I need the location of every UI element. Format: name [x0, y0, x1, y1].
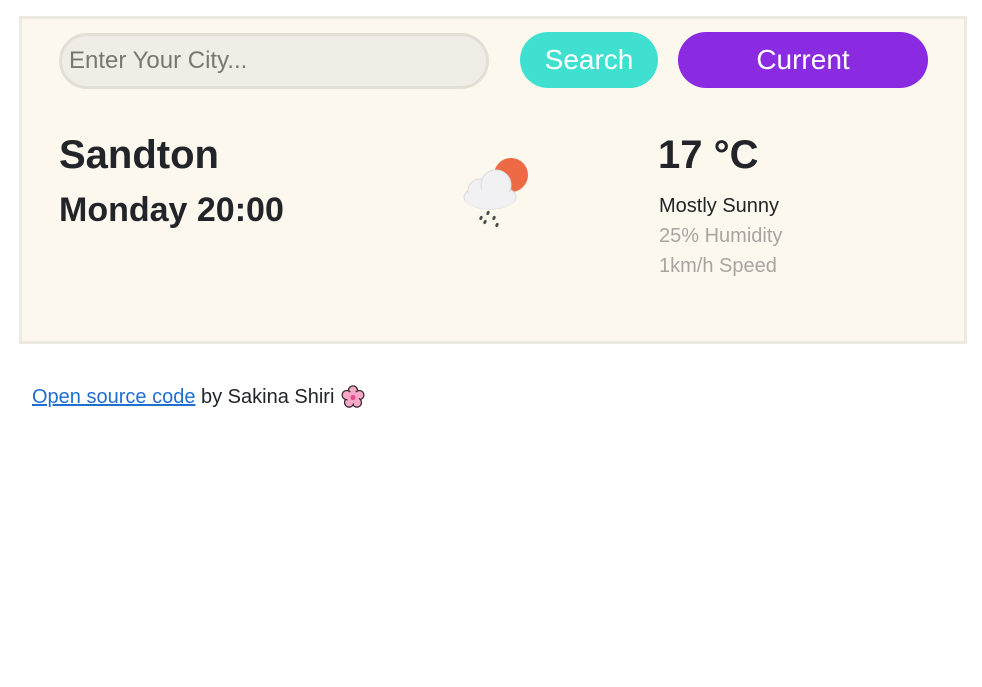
weather-app: Search Current Sandton Monday 20:00 17 °… — [19, 16, 967, 344]
footer: Open source code by Sakina Shiri — [32, 384, 365, 410]
partly-cloudy-rain-icon — [460, 155, 534, 229]
temperature: 17 °C — [658, 133, 759, 177]
open-source-link[interactable]: Open source code — [32, 384, 195, 410]
cherry-blossom-icon — [341, 385, 365, 409]
current-location-button[interactable]: Current — [678, 32, 928, 88]
city-name: Sandton — [59, 133, 219, 177]
city-search-input[interactable] — [59, 33, 489, 89]
humidity: 25% Humidity — [659, 225, 783, 247]
footer-byline: by Sakina Shiri — [201, 386, 335, 408]
search-button[interactable]: Search — [520, 32, 658, 88]
wind-speed: 1km/h Speed — [659, 255, 777, 277]
date-time: Monday 20:00 — [59, 191, 284, 229]
weather-description: Mostly Sunny — [659, 195, 780, 217]
